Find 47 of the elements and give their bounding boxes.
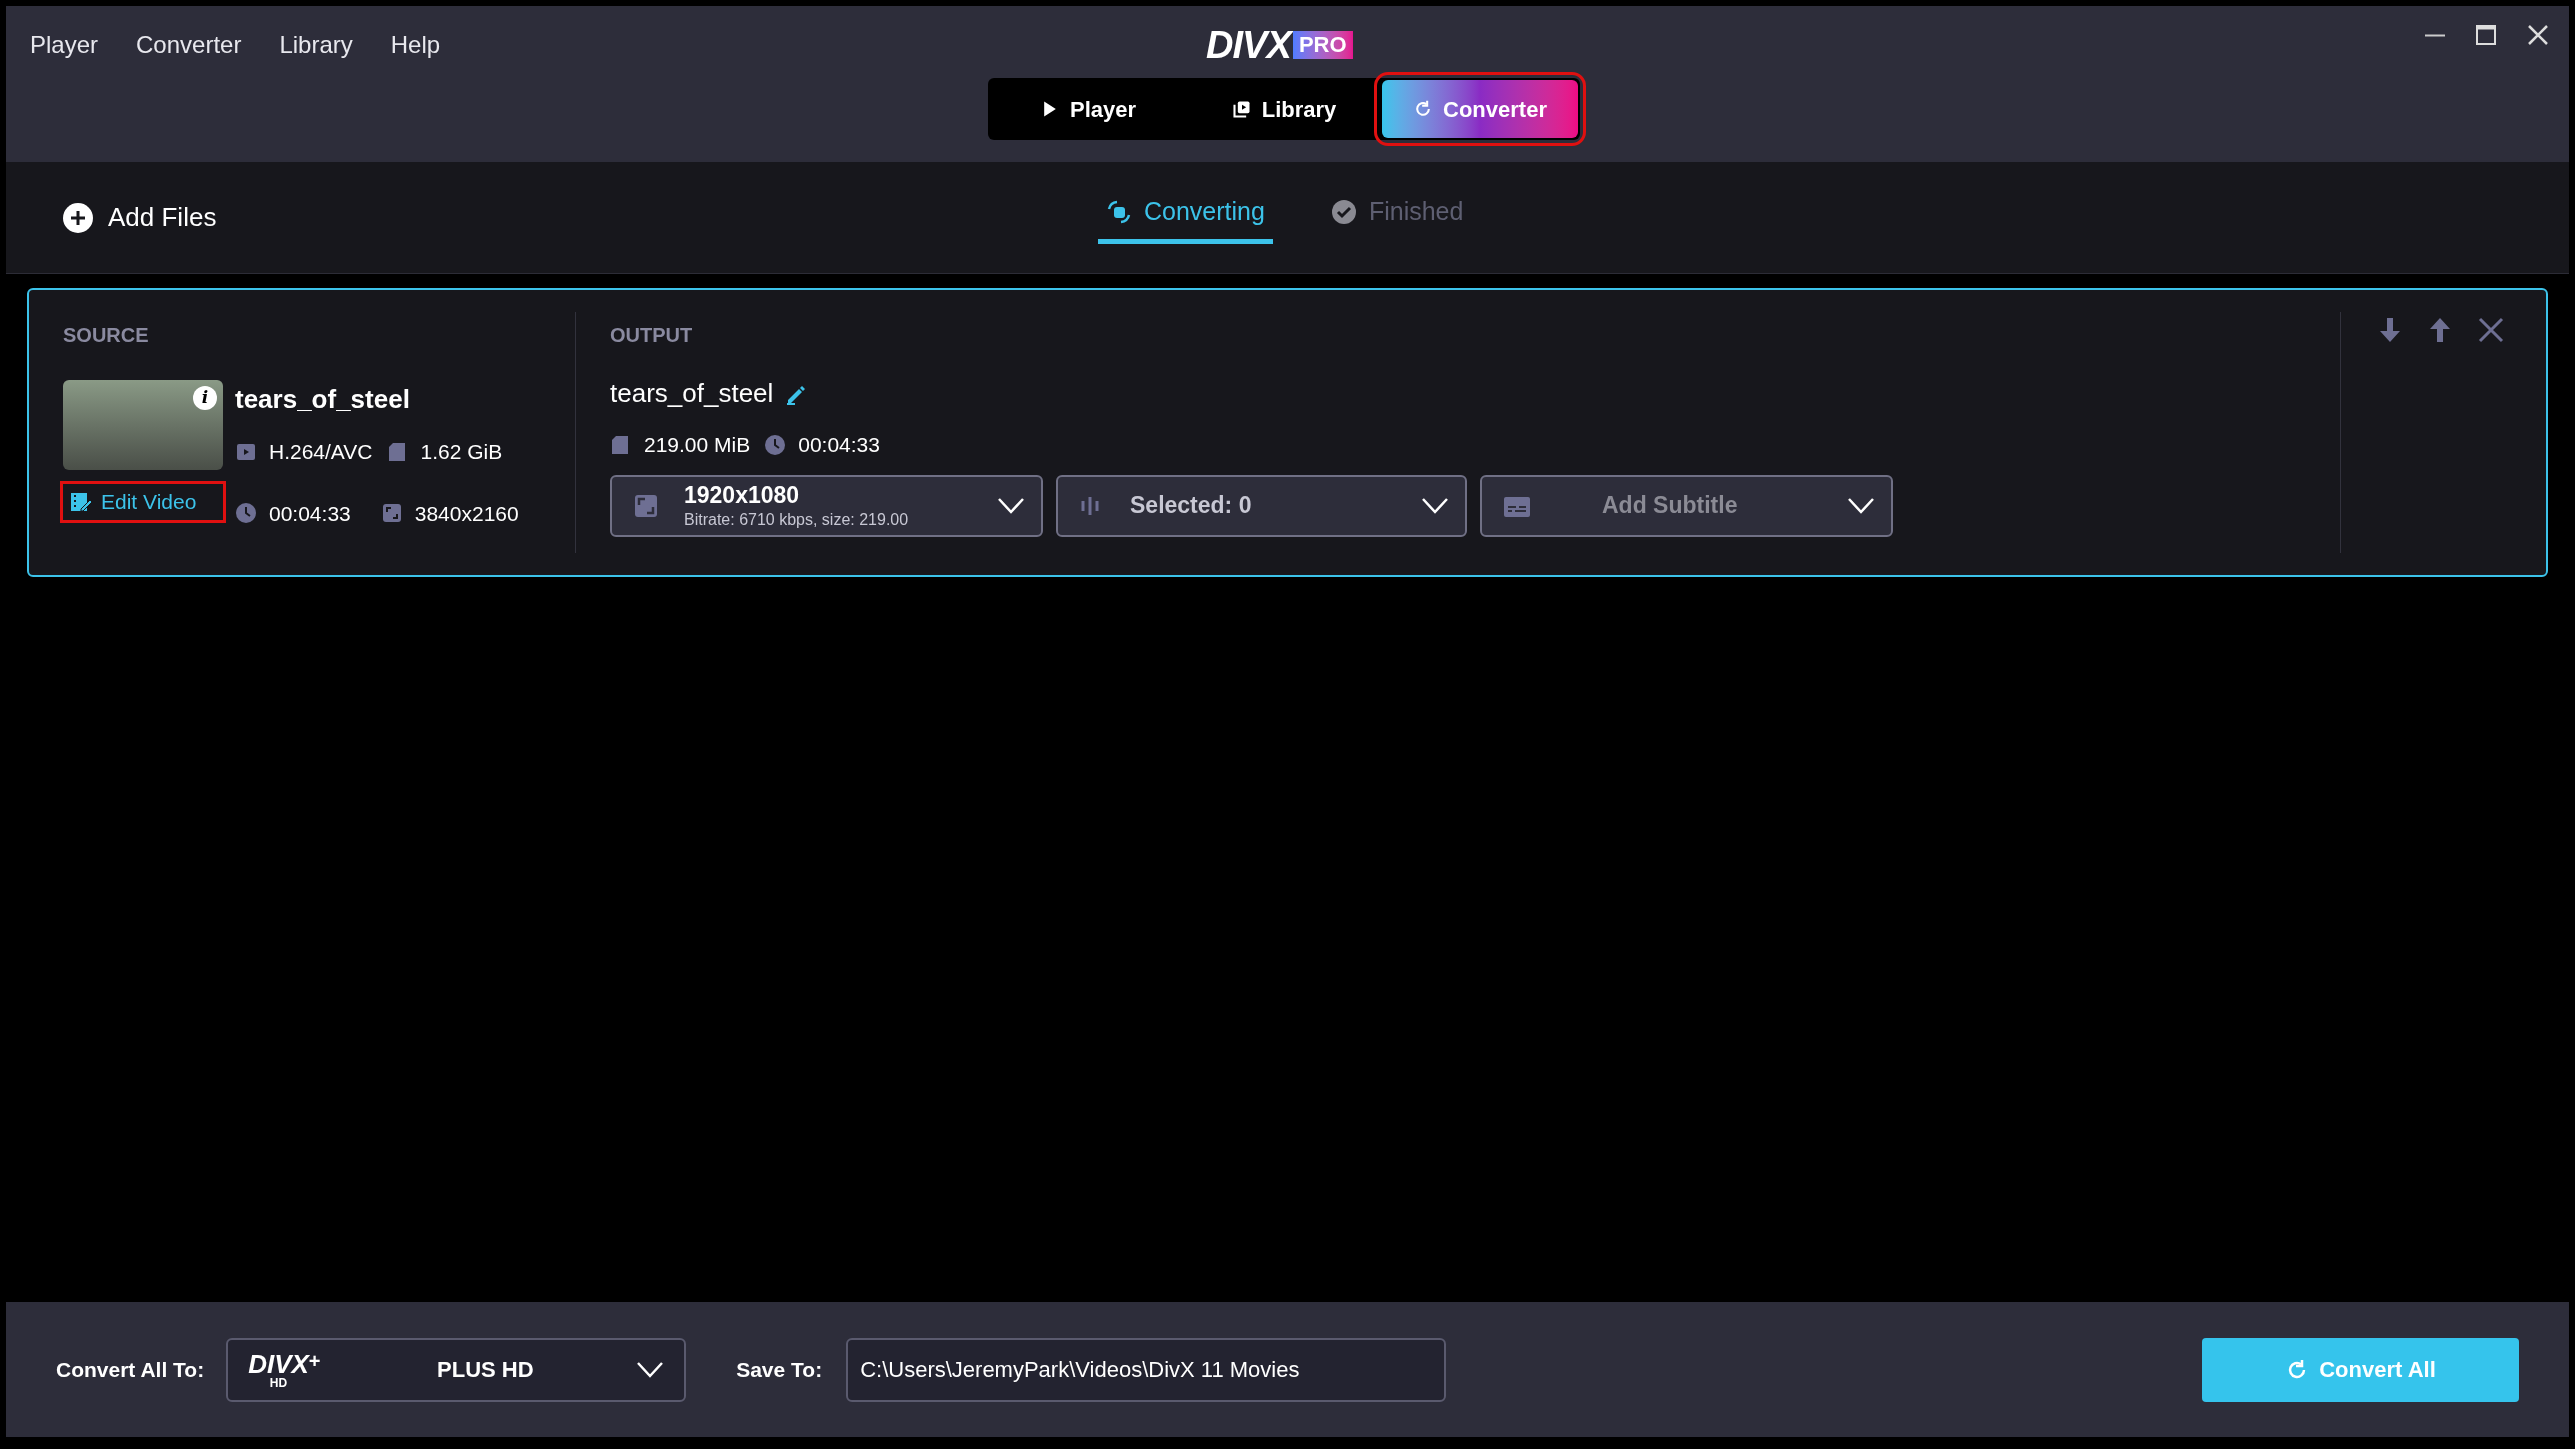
output-file-name: tears_of_steel xyxy=(610,377,774,410)
maximize-icon xyxy=(2475,24,2497,46)
resolution-dropdown[interactable]: 1920x1080 Bitrate: 6710 kbps, size: 219.00 xyxy=(610,474,1043,537)
edit-video-button[interactable]: Edit Video xyxy=(63,484,223,520)
convert-all-to-label: Convert All To: xyxy=(56,1356,205,1383)
section-heading: OUTPUT xyxy=(610,323,694,348)
arrow-down-icon[interactable] xyxy=(2377,316,2403,344)
format-logo-text: + xyxy=(308,1350,321,1371)
save-path-field[interactable]: C:\Users\JeremyPark\Videos\DivX 11 Movies xyxy=(846,1337,1447,1402)
view-tab[interactable]: Converting xyxy=(1098,184,1273,244)
clock-icon xyxy=(235,501,257,526)
clock-icon xyxy=(764,432,787,457)
check-circle-icon xyxy=(1330,198,1357,225)
audio-dropdown[interactable]: Selected: 0 xyxy=(1056,474,1467,537)
arrow-up-icon[interactable] xyxy=(2427,316,2453,344)
save-to-label: Save To: xyxy=(736,1356,823,1383)
format-logo-text: DIVX xyxy=(248,1350,309,1377)
library-icon xyxy=(1231,99,1252,119)
file-size-text: 1.62 GiB xyxy=(420,439,503,465)
file-name: tears_of_steel xyxy=(235,383,411,416)
chevron-down-icon xyxy=(1421,496,1449,515)
logo-badge: PRO xyxy=(1292,31,1353,59)
format-logo-text: HD xyxy=(268,1376,289,1389)
chevron-down-icon xyxy=(997,496,1025,515)
close-icon xyxy=(2527,24,2549,46)
logo-text: DIVX xyxy=(1206,26,1291,64)
output-duration-text: 00:04:33 xyxy=(798,432,880,458)
output-size-text: 219.00 MiB xyxy=(644,432,751,458)
menu-item[interactable]: Converter xyxy=(136,23,242,67)
close-icon[interactable] xyxy=(2477,316,2505,344)
menu-item[interactable]: Player xyxy=(30,23,99,67)
menu-item[interactable]: Help xyxy=(390,23,441,67)
section-heading: SOURCE xyxy=(63,323,150,348)
add-files-button[interactable]: Add Files xyxy=(62,198,217,237)
codec-text: H.264/AVC xyxy=(269,439,373,465)
duration-text: 00:04:33 xyxy=(269,500,351,527)
info-button[interactable]: i xyxy=(193,386,217,410)
chevron-down-icon xyxy=(636,1360,665,1379)
format-name: PLUS HD xyxy=(436,1356,535,1384)
resolution-text: 3840x2160 xyxy=(414,500,519,527)
chevron-down-icon xyxy=(1847,496,1875,515)
format-dropdown[interactable]: DIVX HD + PLUS HD xyxy=(226,1337,687,1402)
plus-circle-icon xyxy=(62,201,94,234)
subtitle-dropdown[interactable]: Add Subtitle xyxy=(1480,474,1893,537)
menu-item[interactable]: Library xyxy=(279,23,353,67)
minimize-icon xyxy=(2425,33,2445,37)
convert-icon xyxy=(1106,198,1132,225)
